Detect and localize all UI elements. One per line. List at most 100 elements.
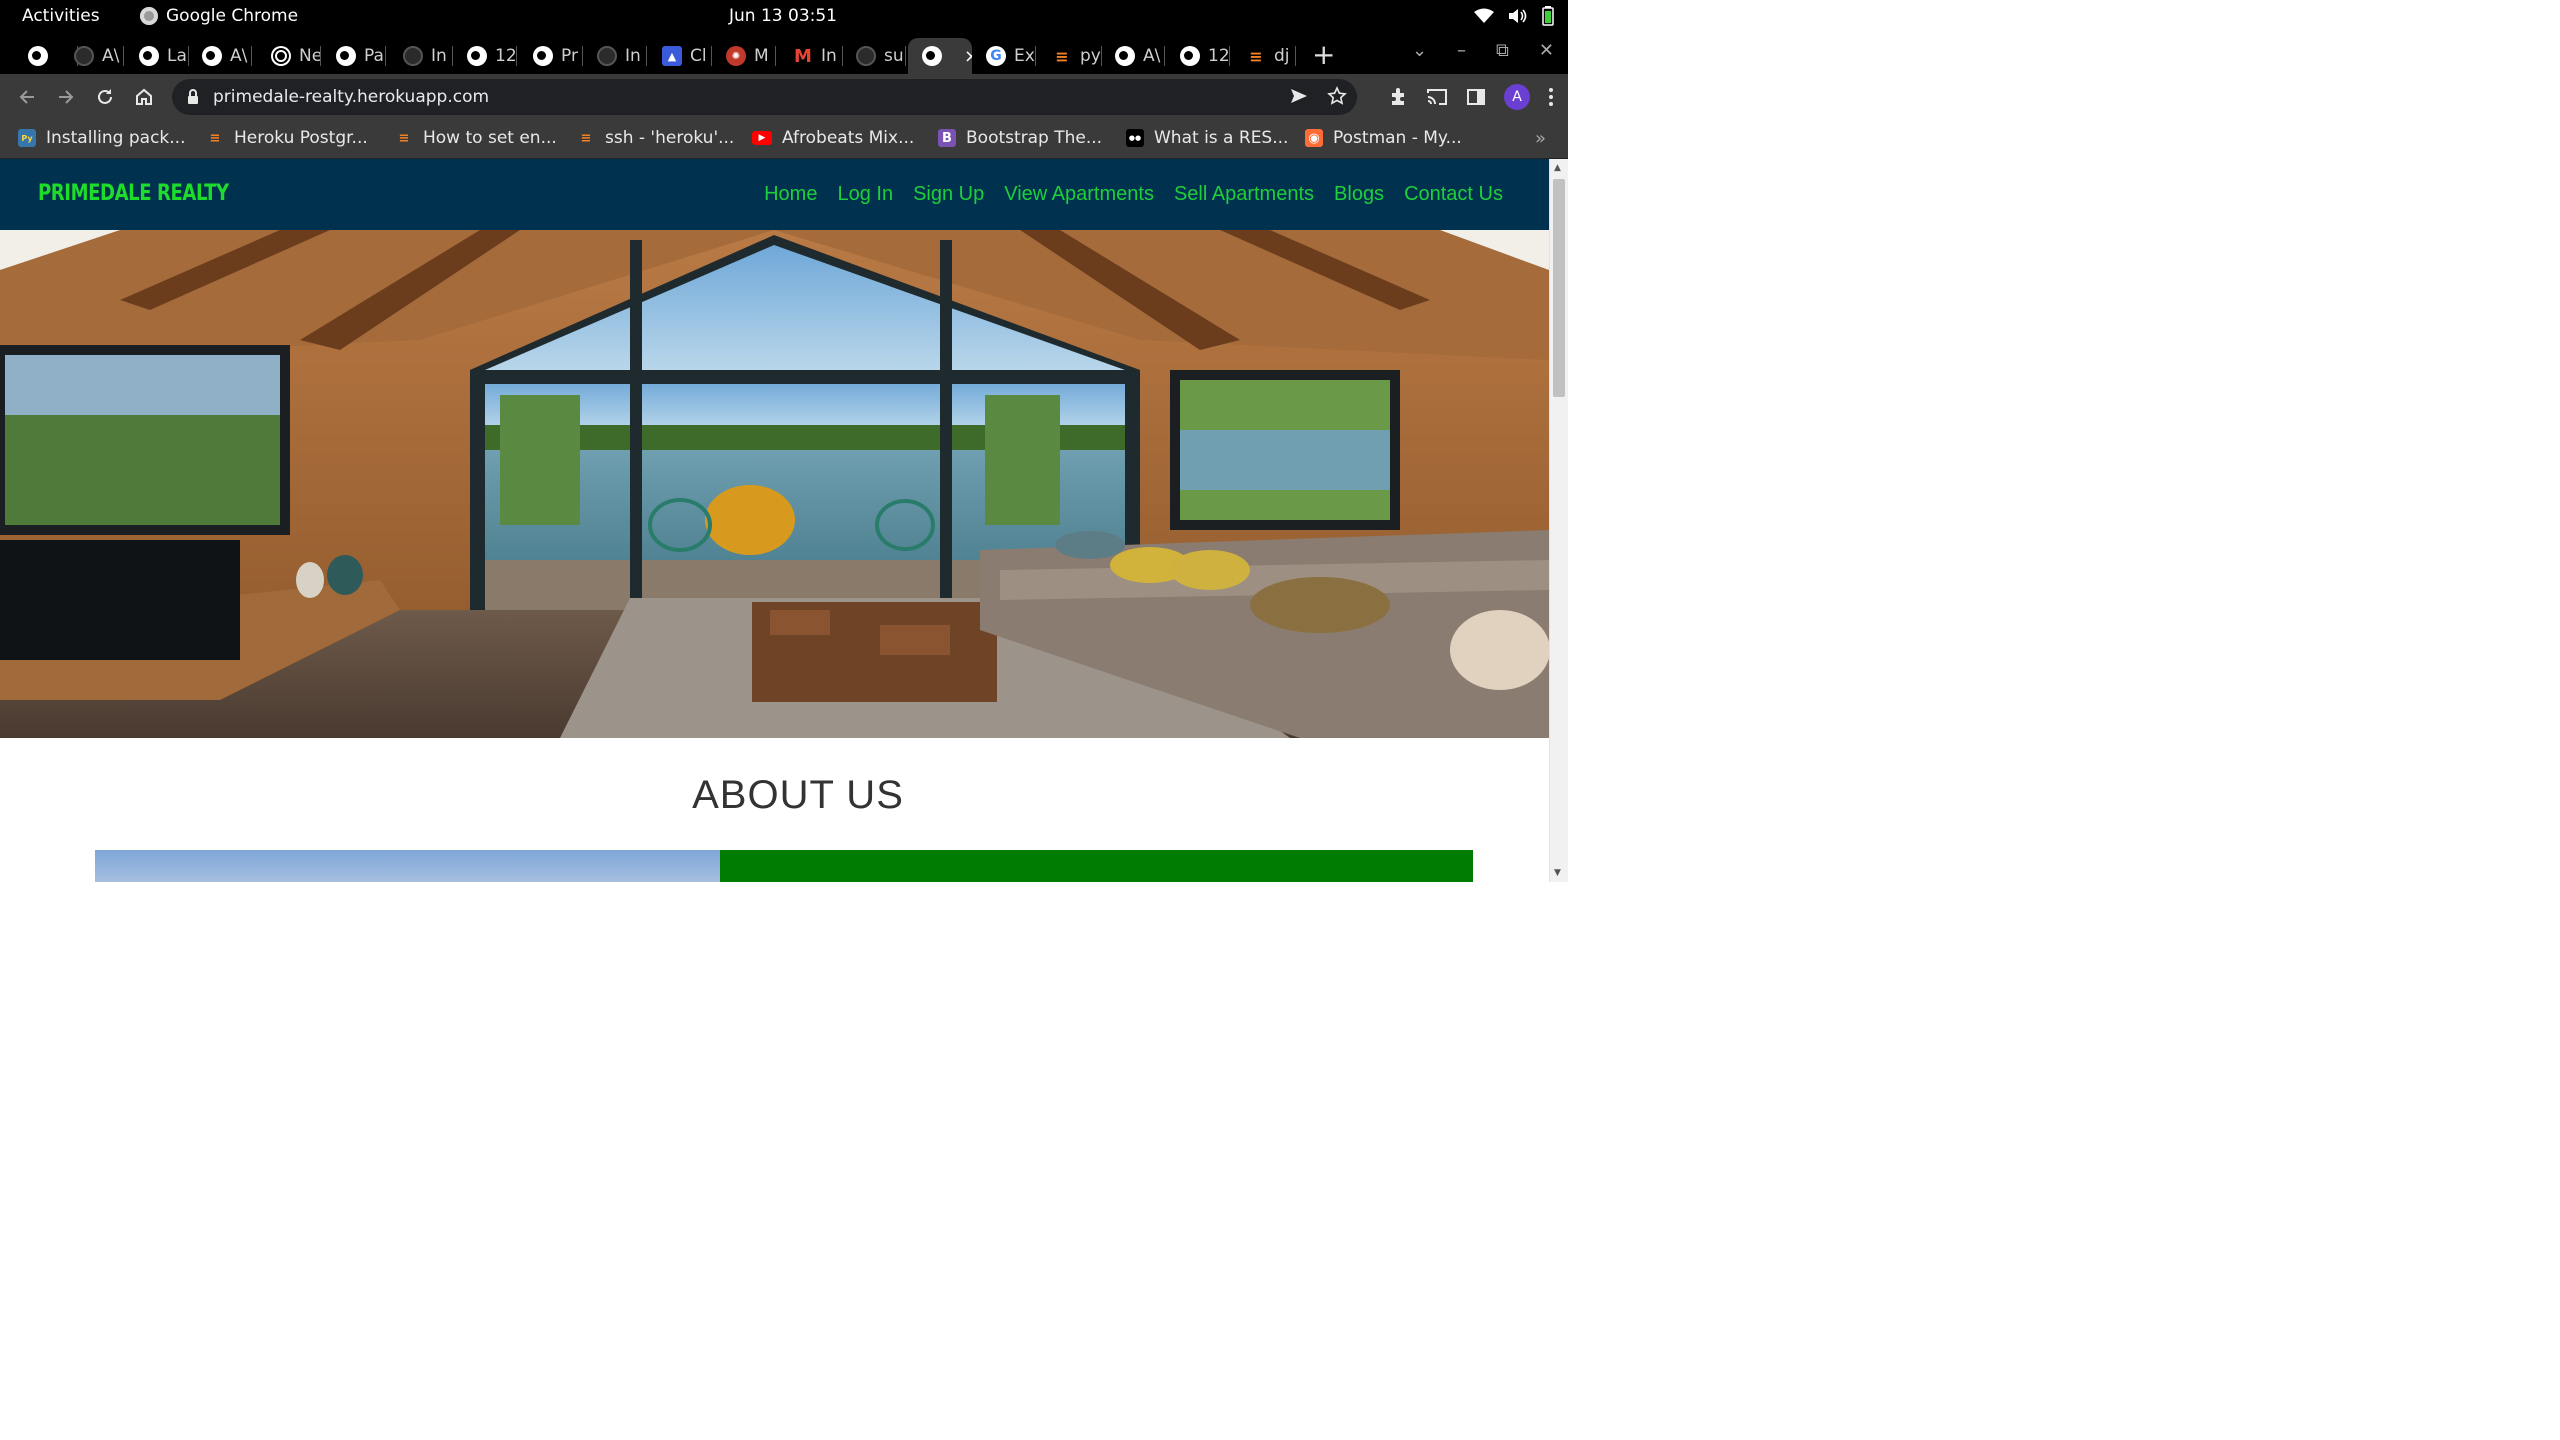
browser-tab[interactable]: A\	[1101, 38, 1165, 74]
python-icon: Py	[18, 129, 36, 147]
system-tray[interactable]	[1474, 6, 1554, 26]
bootstrap-icon: B	[938, 129, 956, 147]
page-viewport: PRIMEDALE REALTY Home Log In Sign Up Vie…	[0, 159, 1549, 882]
tab-separator	[1035, 46, 1036, 66]
bookmark-item[interactable]: ≡ How to set en...	[395, 128, 557, 148]
tab-title: Pa	[364, 46, 384, 66]
page-scrollbar[interactable]: ▲ ▼	[1549, 159, 1568, 882]
bookmark-item[interactable]: ●● What is a RES...	[1126, 128, 1288, 148]
cast-icon[interactable]	[1426, 87, 1448, 107]
globe-icon	[139, 46, 159, 66]
nav-sell-apartments-link[interactable]: Sell Apartments	[1174, 183, 1314, 206]
url-text[interactable]: primedale-realty.herokuapp.com	[213, 87, 489, 107]
tab-title: In	[821, 46, 837, 66]
browser-tab[interactable]: ▲ Cl	[648, 38, 712, 74]
lock-icon[interactable]	[186, 88, 200, 106]
browser-tab[interactable]: ≡ py	[1038, 38, 1102, 74]
kebab-menu-icon[interactable]	[1548, 87, 1554, 107]
address-bar[interactable]: primedale-realty.herokuapp.com	[172, 79, 1357, 115]
browser-tab[interactable]: G Ex	[972, 38, 1036, 74]
browser-tab[interactable]: Ne	[257, 38, 321, 74]
send-tab-icon[interactable]	[1289, 86, 1309, 106]
more-bookmarks-chevron-icon[interactable]: »	[1535, 128, 1546, 149]
new-tab-button[interactable]: +	[1312, 38, 1335, 71]
bookmark-item[interactable]: B Bootstrap The...	[938, 128, 1102, 148]
browser-tab[interactable]: ✺ M	[712, 38, 776, 74]
nav-contact-link[interactable]: Contact Us	[1404, 183, 1503, 206]
home-button[interactable]	[131, 84, 157, 110]
scroll-thumb[interactable]	[1553, 179, 1565, 397]
extensions-icon[interactable]	[1388, 87, 1408, 107]
tab-title: su	[884, 46, 904, 66]
browser-tab[interactable]: su	[842, 38, 906, 74]
tab-search-icon[interactable]: ⌄	[1412, 40, 1427, 61]
globe-icon	[1115, 46, 1135, 66]
tab-title: dj	[1274, 46, 1290, 66]
tab-title: A\	[230, 46, 248, 66]
bookmark-label: ssh - 'heroku'...	[605, 128, 735, 148]
tab-separator	[385, 46, 386, 66]
browser-tab[interactable]: Pa	[322, 38, 386, 74]
github-icon	[74, 46, 94, 66]
minimize-button[interactable]: –	[1457, 40, 1466, 61]
back-button[interactable]	[14, 84, 40, 110]
browser-tab[interactable]: ×	[908, 38, 972, 74]
globe-icon	[28, 46, 48, 66]
nav-view-apartments-link[interactable]: View Apartments	[1004, 183, 1154, 206]
tab-title: Ne	[299, 46, 321, 66]
browser-tab[interactable]: A\	[188, 38, 252, 74]
browser-tab[interactable]: In	[583, 38, 647, 74]
nav-home-link[interactable]: Home	[764, 183, 817, 206]
scroll-down-arrow-icon[interactable]: ▼	[1554, 868, 1561, 878]
site-nav-links: Home Log In Sign Up View Apartments Sell…	[764, 183, 1503, 206]
clock[interactable]: Jun 13 03:51	[729, 6, 837, 26]
tab-strip: + ⌄ – ⧉ ✕ A\ La A\ Ne Pa In 12 Pr In ▲ Cl ✺ M M In su × G…	[0, 34, 1568, 74]
tab-title: Ex	[1014, 46, 1035, 66]
browser-tab[interactable]: In	[389, 38, 453, 74]
activities-button[interactable]: Activities	[22, 6, 100, 26]
bookmark-item[interactable]: ≡ ssh - 'heroku'...	[577, 128, 735, 148]
bookmark-item[interactable]: ▶ Afrobeats Mix...	[752, 128, 914, 148]
browser-tab[interactable]: ≡ dj	[1232, 38, 1296, 74]
tab-separator	[123, 46, 124, 66]
browser-tab[interactable]: 12	[453, 38, 517, 74]
scroll-up-arrow-icon[interactable]: ▲	[1554, 163, 1561, 173]
bookmark-star-icon[interactable]	[1327, 86, 1347, 106]
browser-tab[interactable]: La	[125, 38, 189, 74]
chrome-icon	[271, 46, 291, 66]
system-top-bar: Activities Google Chrome Jun 13 03:51	[0, 0, 1568, 34]
close-window-button[interactable]: ✕	[1539, 40, 1554, 61]
app-menu[interactable]: Google Chrome	[140, 6, 298, 26]
nav-signup-link[interactable]: Sign Up	[913, 183, 984, 206]
profile-avatar[interactable]: A	[1504, 84, 1530, 110]
bookmark-label: Installing pack...	[46, 128, 186, 148]
home-icon	[136, 88, 152, 105]
bookmark-item[interactable]: ≡ Heroku Postgr...	[206, 128, 368, 148]
nav-blogs-link[interactable]: Blogs	[1334, 183, 1384, 206]
side-panel-icon[interactable]	[1466, 87, 1486, 107]
app-icon: ✺	[726, 46, 746, 66]
browser-tab[interactable]: A\	[60, 38, 124, 74]
hero-image	[0, 230, 1549, 738]
volume-icon	[1509, 9, 1527, 23]
bookmark-item[interactable]: Py Installing pack...	[18, 128, 185, 148]
youtube-icon: ▶	[752, 131, 772, 145]
tab-title: A\	[102, 46, 120, 66]
reload-button[interactable]	[92, 84, 118, 110]
close-tab-icon[interactable]: ×	[964, 46, 972, 67]
tab-separator	[1229, 46, 1230, 66]
maximize-button[interactable]: ⧉	[1496, 40, 1509, 61]
globe-icon	[336, 46, 356, 66]
browser-tab[interactable]: Pr	[519, 38, 583, 74]
tab-separator	[905, 46, 906, 66]
medium-icon: ●●	[1126, 129, 1144, 147]
site-brand-logo[interactable]: PRIMEDALE REALTY	[38, 181, 229, 206]
browser-tab[interactable]: 12	[1166, 38, 1230, 74]
reload-icon	[98, 89, 112, 104]
bookmark-item[interactable]: ◉ Postman - My...	[1305, 128, 1462, 148]
forward-button[interactable]	[53, 84, 79, 110]
battery-icon	[1542, 6, 1554, 26]
bookmark-label: Postman - My...	[1333, 128, 1462, 148]
browser-tab[interactable]: M In	[779, 38, 843, 74]
nav-login-link[interactable]: Log In	[837, 183, 893, 206]
